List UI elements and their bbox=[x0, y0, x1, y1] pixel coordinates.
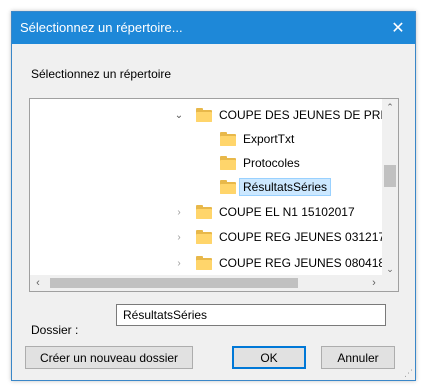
tree-item-label: COUPE REG JEUNES 080418 bbox=[219, 256, 386, 270]
tree-item-label: COUPE EL N1 15102017 bbox=[219, 205, 355, 219]
tree-item-label: COUPE DES JEUNES DE PRINT bbox=[219, 108, 386, 122]
horizontal-scrollbar[interactable]: ‹ › bbox=[30, 275, 382, 291]
folder-field-label: Dossier : bbox=[31, 323, 79, 337]
tree-item-label: ExportTxt bbox=[243, 132, 295, 146]
close-icon: ✕ bbox=[391, 20, 405, 37]
tree-item-label: RésultatsSéries bbox=[239, 178, 332, 196]
tree-item-label: Protocoles bbox=[243, 156, 300, 170]
tree-item-coupe-reg-jeunes-031217[interactable]: › COUPE REG JEUNES 031217 bbox=[172, 226, 385, 248]
folder-icon bbox=[220, 131, 236, 146]
folder-tree[interactable]: ⌄ COUPE DES JEUNES DE PRINT ExportTxt Pr… bbox=[29, 98, 399, 292]
chevron-right-icon[interactable]: › bbox=[172, 256, 186, 270]
scroll-left-icon[interactable]: ‹ bbox=[30, 275, 46, 291]
window-title: Sélectionnez un répertoire... bbox=[20, 20, 183, 35]
folder-tree-content: ⌄ COUPE DES JEUNES DE PRINT ExportTxt Pr… bbox=[30, 99, 386, 277]
new-folder-button[interactable]: Créer un nouveau dossier bbox=[25, 346, 193, 369]
chevron-down-icon[interactable]: ⌄ bbox=[172, 108, 186, 122]
chevron-right-icon[interactable]: › bbox=[172, 230, 186, 244]
folder-icon bbox=[196, 255, 212, 270]
folder-icon bbox=[196, 107, 212, 122]
tree-item-coupe-des-jeunes[interactable]: ⌄ COUPE DES JEUNES DE PRINT bbox=[172, 104, 386, 126]
folder-icon bbox=[220, 179, 236, 194]
scroll-up-icon[interactable]: ⌃ bbox=[382, 99, 398, 115]
cancel-button[interactable]: Annuler bbox=[321, 346, 395, 369]
vertical-scroll-thumb[interactable] bbox=[384, 165, 396, 187]
close-button[interactable]: ✕ bbox=[381, 12, 415, 44]
ok-button[interactable]: OK bbox=[232, 346, 306, 369]
folder-name-field[interactable] bbox=[116, 304, 386, 326]
scroll-right-icon[interactable]: › bbox=[366, 275, 382, 291]
folder-icon bbox=[196, 204, 212, 219]
resize-grip-icon[interactable]: ⋰ bbox=[403, 368, 413, 378]
tree-item-coupe-reg-jeunes-080418[interactable]: › COUPE REG JEUNES 080418 bbox=[172, 252, 385, 274]
horizontal-scroll-thumb[interactable] bbox=[50, 278, 298, 288]
folder-icon bbox=[196, 229, 212, 244]
scrollbar-corner bbox=[382, 275, 398, 291]
chevron-right-icon[interactable]: › bbox=[172, 205, 186, 219]
vertical-scrollbar[interactable]: ⌃ ⌄ bbox=[382, 99, 398, 277]
tree-item-protocoles[interactable]: Protocoles bbox=[220, 152, 300, 174]
tree-item-coupe-el-n1[interactable]: › COUPE EL N1 15102017 bbox=[172, 201, 355, 223]
tree-item-resultatsseries[interactable]: RésultatsSéries bbox=[220, 176, 332, 198]
title-bar: Sélectionnez un répertoire... ✕ bbox=[12, 12, 415, 44]
folder-picker-dialog: Sélectionnez un répertoire... ✕ Sélectio… bbox=[11, 11, 416, 381]
tree-item-label: COUPE REG JEUNES 031217 bbox=[219, 230, 386, 244]
dialog-prompt: Sélectionnez un répertoire bbox=[31, 67, 172, 81]
tree-item-exporttxt[interactable]: ExportTxt bbox=[220, 128, 294, 150]
folder-icon bbox=[220, 155, 236, 170]
